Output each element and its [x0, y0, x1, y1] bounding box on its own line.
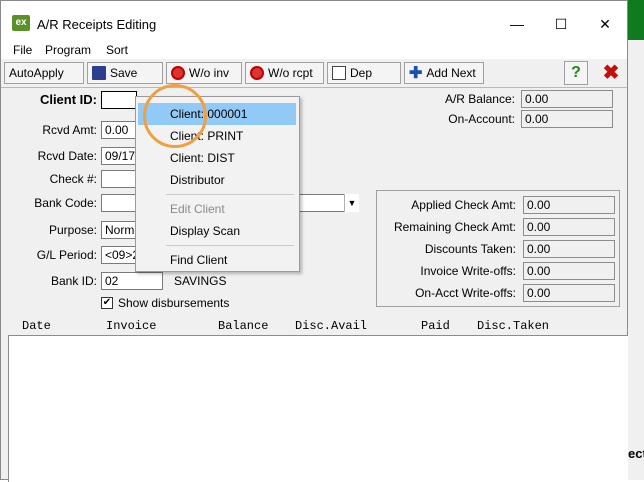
menu-file[interactable]: File — [13, 43, 32, 57]
deposit-button[interactable]: Dep — [327, 62, 401, 84]
help-button[interactable]: ? — [564, 61, 588, 85]
background-app-edge-label: ecti — [628, 446, 644, 461]
on-account-value: 0.00 — [521, 110, 613, 128]
rcvd-date-input[interactable]: 09/17, — [101, 147, 137, 165]
save-label: Save — [110, 66, 138, 80]
rcvd-amt-input[interactable]: 0.00 — [101, 121, 137, 139]
on-account-label: On-Account: — [448, 112, 515, 126]
window-title: A/R Receipts Editing — [37, 17, 157, 32]
bank-id-input[interactable]: 02 — [101, 272, 163, 290]
rcvd-date-label: Rcvd Date: — [37, 149, 97, 163]
bank-code-label: Bank Code: — [34, 196, 97, 210]
title-bar[interactable]: ex A/R Receipts Editing — ☐ ✕ — [1, 1, 627, 41]
menu-item-display-scan[interactable]: Display Scan — [138, 220, 296, 242]
wo-rcpt-label: W/o rcpt — [268, 66, 313, 80]
on-acct-write-offs-label: On-Acct Write-offs: — [415, 286, 516, 300]
bank-name: SAVINGS — [174, 274, 227, 288]
save-button[interactable]: Save — [87, 62, 163, 84]
client-id-label: Client ID: — [39, 92, 97, 107]
document-icon — [332, 66, 346, 80]
menu-separator — [166, 194, 294, 195]
rcvd-amt-label: Rcvd Amt: — [42, 123, 97, 137]
write-off-receipt-button[interactable]: W/o rcpt — [245, 62, 324, 84]
ar-receipts-window: ex A/R Receipts Editing — ☐ ✕ File Progr… — [0, 0, 628, 482]
add-next-label: Add Next — [426, 66, 476, 80]
invoice-write-offs-label: Invoice Write-offs: — [420, 264, 516, 278]
applied-check-amt-label: Applied Check Amt: — [411, 198, 516, 212]
click-highlight-circle — [143, 84, 207, 148]
close-form-button[interactable]: ✖ — [599, 61, 623, 85]
invoice-write-offs-value: 0.00 — [523, 262, 615, 280]
wo-inv-label: W/o inv — [189, 66, 230, 80]
plus-icon: ✚ — [409, 65, 423, 82]
ar-balance-label: A/R Balance: — [444, 92, 515, 106]
write-off-invoice-button[interactable]: W/o inv — [166, 62, 242, 84]
remaining-check-amt-label: Remaining Check Amt: — [393, 220, 516, 234]
menu-bar: File Program Sort — [1, 41, 627, 59]
column-balance[interactable]: Balance — [218, 319, 268, 333]
toolbar: AutoApply Save W/o inv W/o rcpt Dep ✚ Add… — [1, 59, 627, 88]
invoice-list[interactable] — [8, 335, 628, 482]
column-paid[interactable]: Paid — [421, 319, 450, 333]
show-disbursements-label: Show disbursements — [118, 296, 230, 310]
bank-id-label: Bank ID: — [50, 274, 97, 288]
check-number-label: Check #: — [49, 172, 97, 186]
purpose-select[interactable]: Norm — [101, 221, 137, 239]
dep-label: Dep — [350, 66, 373, 80]
menu-item-find-client[interactable]: Find Client — [138, 249, 296, 271]
remaining-check-amt-value: 0.00 — [523, 218, 615, 236]
column-disc-avail[interactable]: Disc.Avail — [295, 319, 367, 333]
gl-period-label: G/L Period: — [36, 248, 97, 262]
menu-item-distributor[interactable]: Distributor — [138, 169, 296, 191]
background-app-panel — [626, 40, 644, 480]
autoapply-button[interactable]: AutoApply — [4, 62, 84, 84]
client-id-input[interactable] — [101, 91, 137, 109]
applied-check-amt-value: 0.00 — [523, 196, 615, 214]
background-app-green-header-right — [626, 0, 644, 40]
gl-period-input[interactable]: <09>2 — [101, 246, 137, 264]
column-date[interactable]: Date — [22, 319, 51, 333]
ar-balance-value: 0.00 — [521, 90, 613, 108]
add-next-button[interactable]: ✚ Add Next — [404, 62, 484, 84]
floppy-disk-icon — [92, 66, 106, 80]
check-number-input[interactable] — [101, 170, 137, 188]
on-acct-write-offs-value: 0.00 — [523, 284, 615, 302]
prohibited-icon — [250, 66, 264, 80]
menu-item-edit-client: Edit Client — [170, 202, 225, 216]
show-disbursements-checkbox[interactable]: ✔ — [101, 297, 113, 309]
column-invoice[interactable]: Invoice — [106, 319, 156, 333]
minimize-button[interactable]: — — [497, 11, 537, 37]
column-disc-taken[interactable]: Disc.Taken — [477, 319, 549, 333]
autoapply-label: AutoApply — [9, 66, 64, 80]
chevron-down-icon[interactable]: ▼ — [344, 194, 359, 212]
menu-sort[interactable]: Sort — [106, 43, 128, 57]
close-window-button[interactable]: ✕ — [585, 11, 625, 37]
purpose-label: Purpose: — [48, 223, 97, 237]
discounts-taken-label: Discounts Taken: — [424, 242, 516, 256]
invoice-list-header: Date Invoice Balance Disc.Avail Paid Dis… — [9, 319, 627, 333]
menu-item-client-dist[interactable]: Client: DIST — [138, 147, 296, 169]
app-icon: ex — [12, 15, 30, 31]
discounts-taken-value: 0.00 — [523, 240, 615, 258]
maximize-button[interactable]: ☐ — [541, 11, 581, 37]
menu-program[interactable]: Program — [45, 43, 91, 57]
menu-separator — [166, 245, 294, 246]
prohibited-icon — [171, 66, 185, 80]
